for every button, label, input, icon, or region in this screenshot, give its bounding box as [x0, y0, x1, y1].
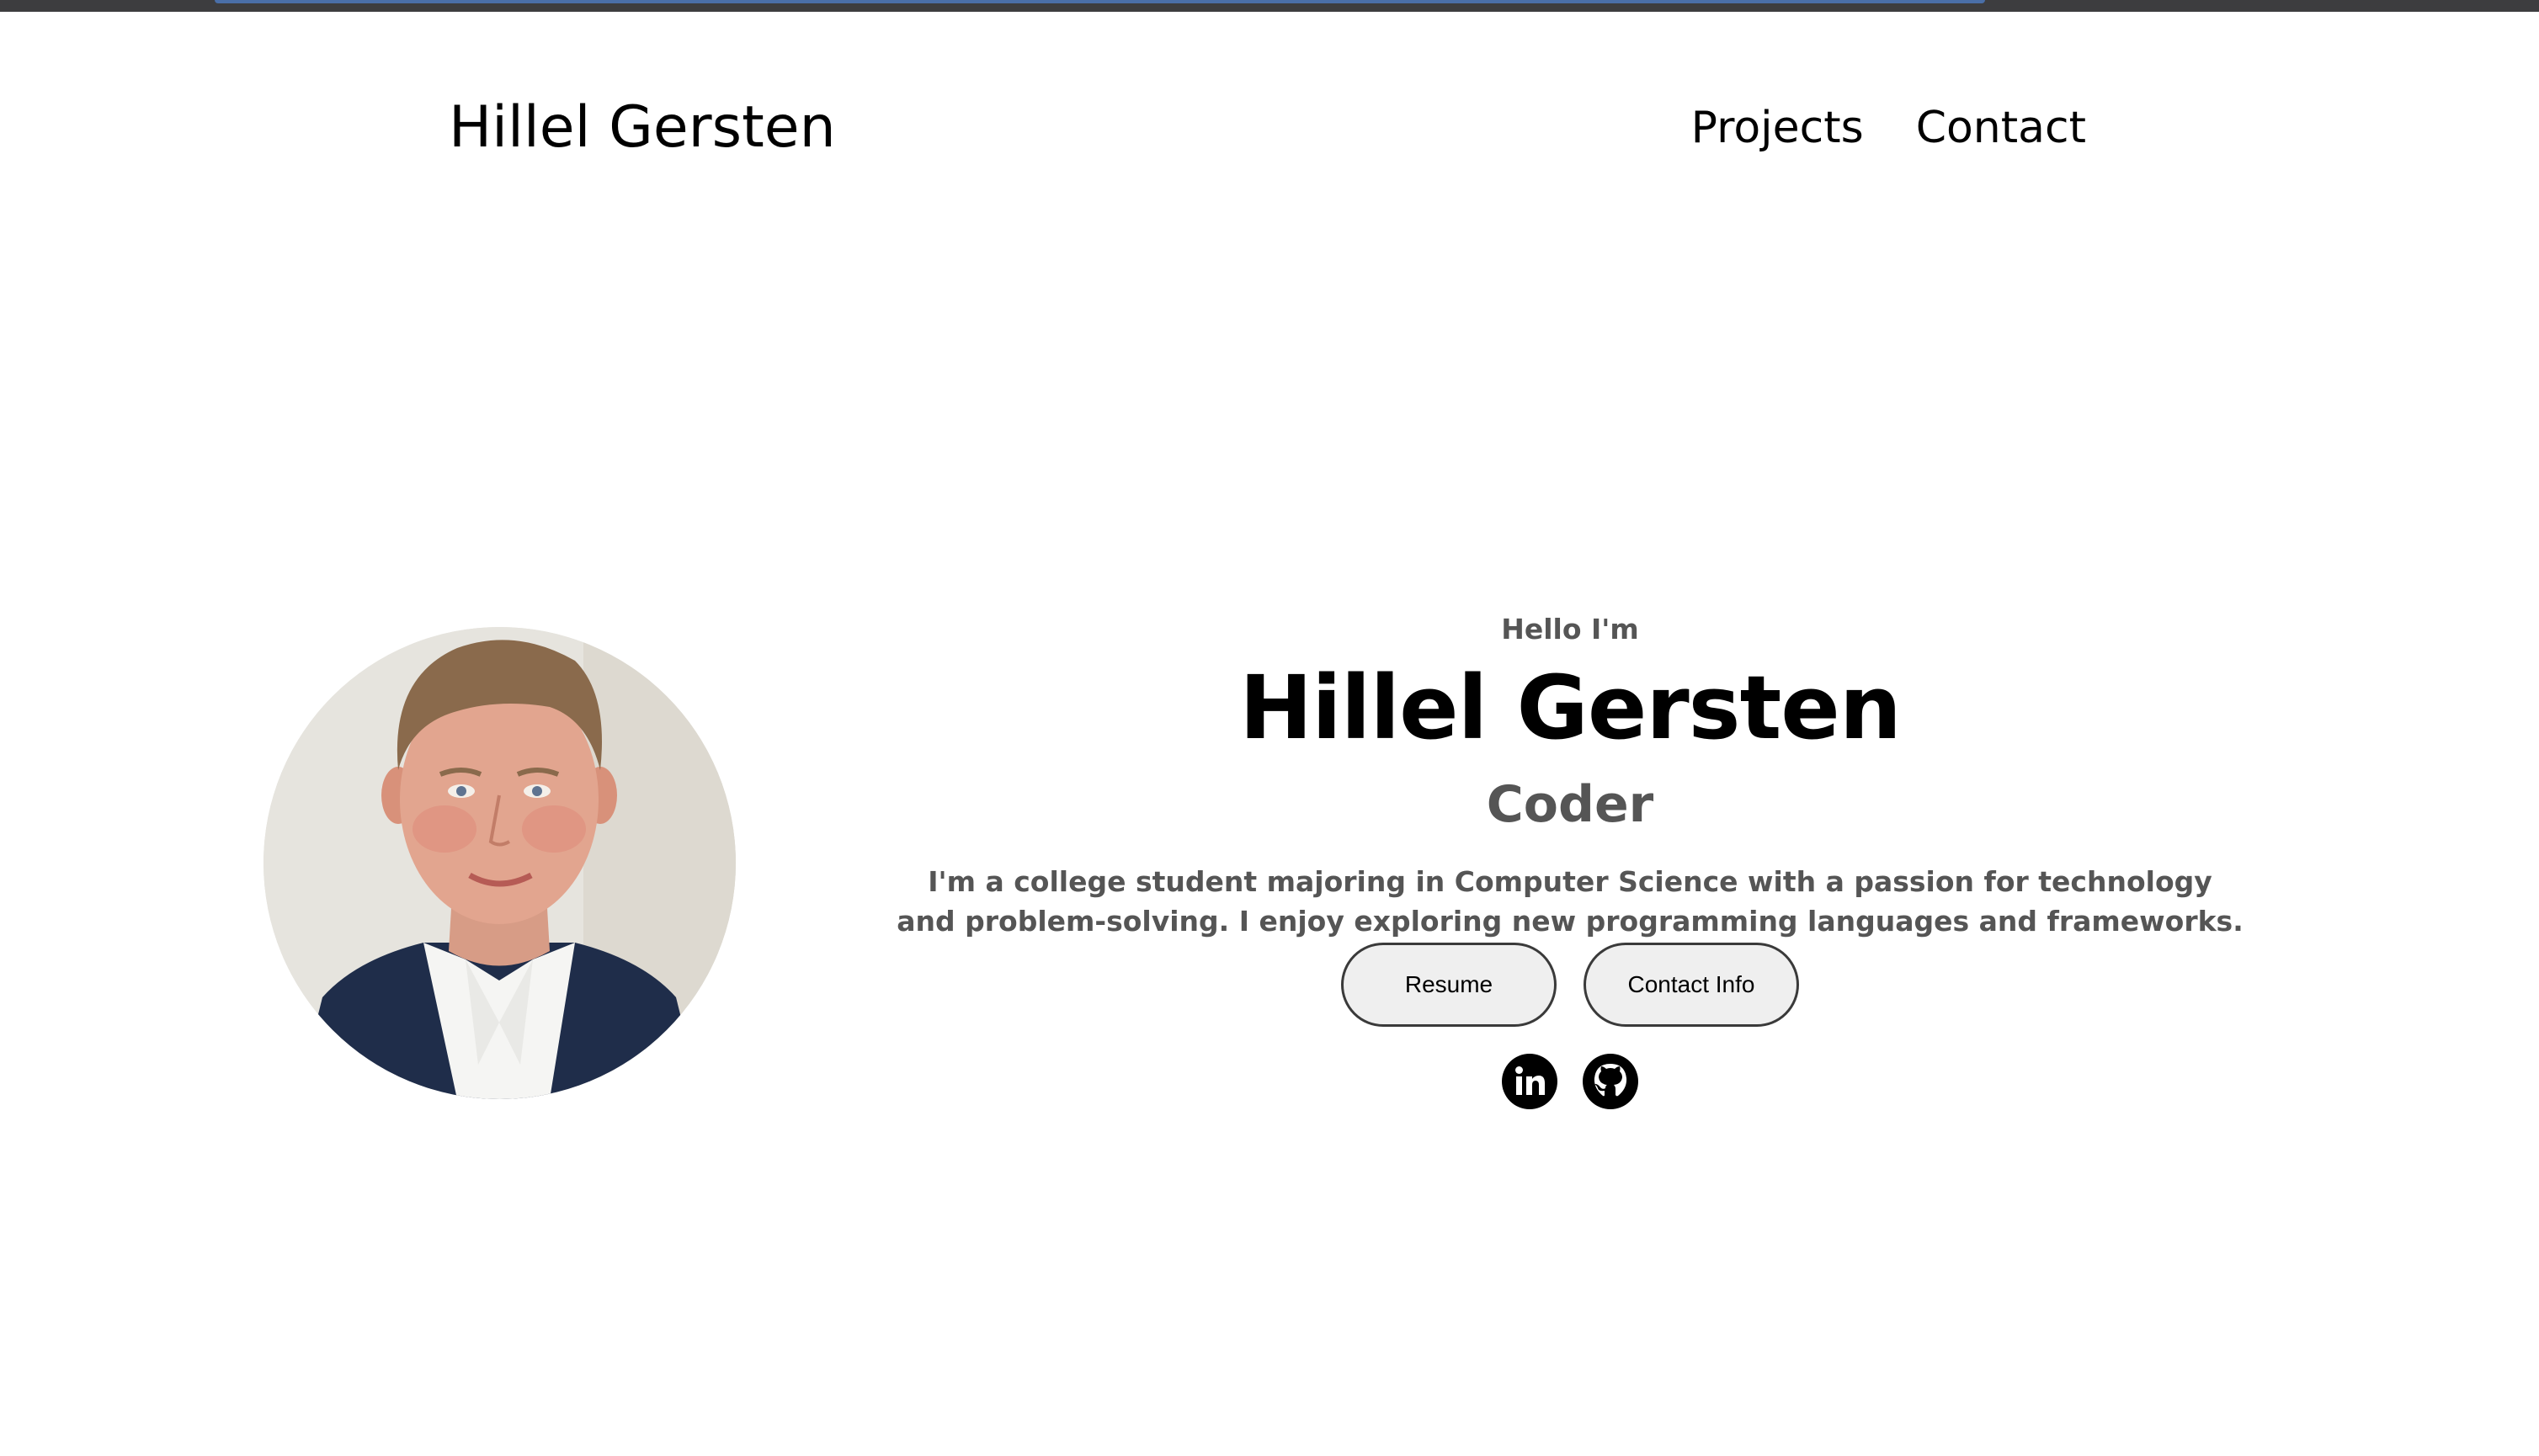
hero-buttons: Resume Contact Info	[892, 943, 2248, 1027]
linkedin-icon[interactable]	[1502, 1054, 1557, 1109]
site-logo[interactable]: Hillel Gersten	[449, 94, 836, 161]
nav-links: Projects Contact	[1691, 103, 2086, 153]
contact-info-button[interactable]: Contact Info	[1584, 943, 1799, 1027]
bio-text: I'm a college student majoring in Comput…	[897, 865, 2244, 938]
nav-link-contact[interactable]: Contact	[1916, 103, 2086, 153]
role-title: Coder	[1486, 775, 1654, 834]
greeting-text: Hello I'm	[1501, 613, 1639, 646]
resume-button[interactable]: Resume	[1341, 943, 1557, 1027]
top-navigation: Hillel Gersten Projects Contact	[0, 0, 2539, 269]
hero-name: Hillel Gersten	[1239, 656, 1902, 759]
social-links	[892, 1054, 2248, 1109]
github-icon[interactable]	[1583, 1054, 1638, 1109]
nav-link-projects[interactable]: Projects	[1691, 103, 1864, 153]
profile-picture	[263, 627, 736, 1099]
hero-section: Hello I'm Hillel Gersten Coder I'm a col…	[892, 606, 2248, 1109]
profile-photo-illustration	[263, 627, 736, 1099]
